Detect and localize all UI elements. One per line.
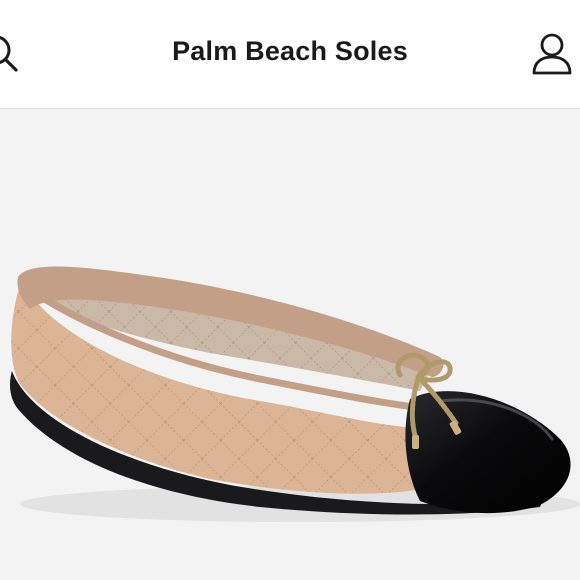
- shoe-illustration: [10, 266, 580, 522]
- product-image[interactable]: [0, 109, 580, 580]
- app-header: Palm Beach Soles: [0, 0, 580, 109]
- store-title: Palm Beach Soles: [172, 36, 408, 66]
- account-button[interactable]: [528, 32, 576, 78]
- user-icon: [532, 33, 572, 75]
